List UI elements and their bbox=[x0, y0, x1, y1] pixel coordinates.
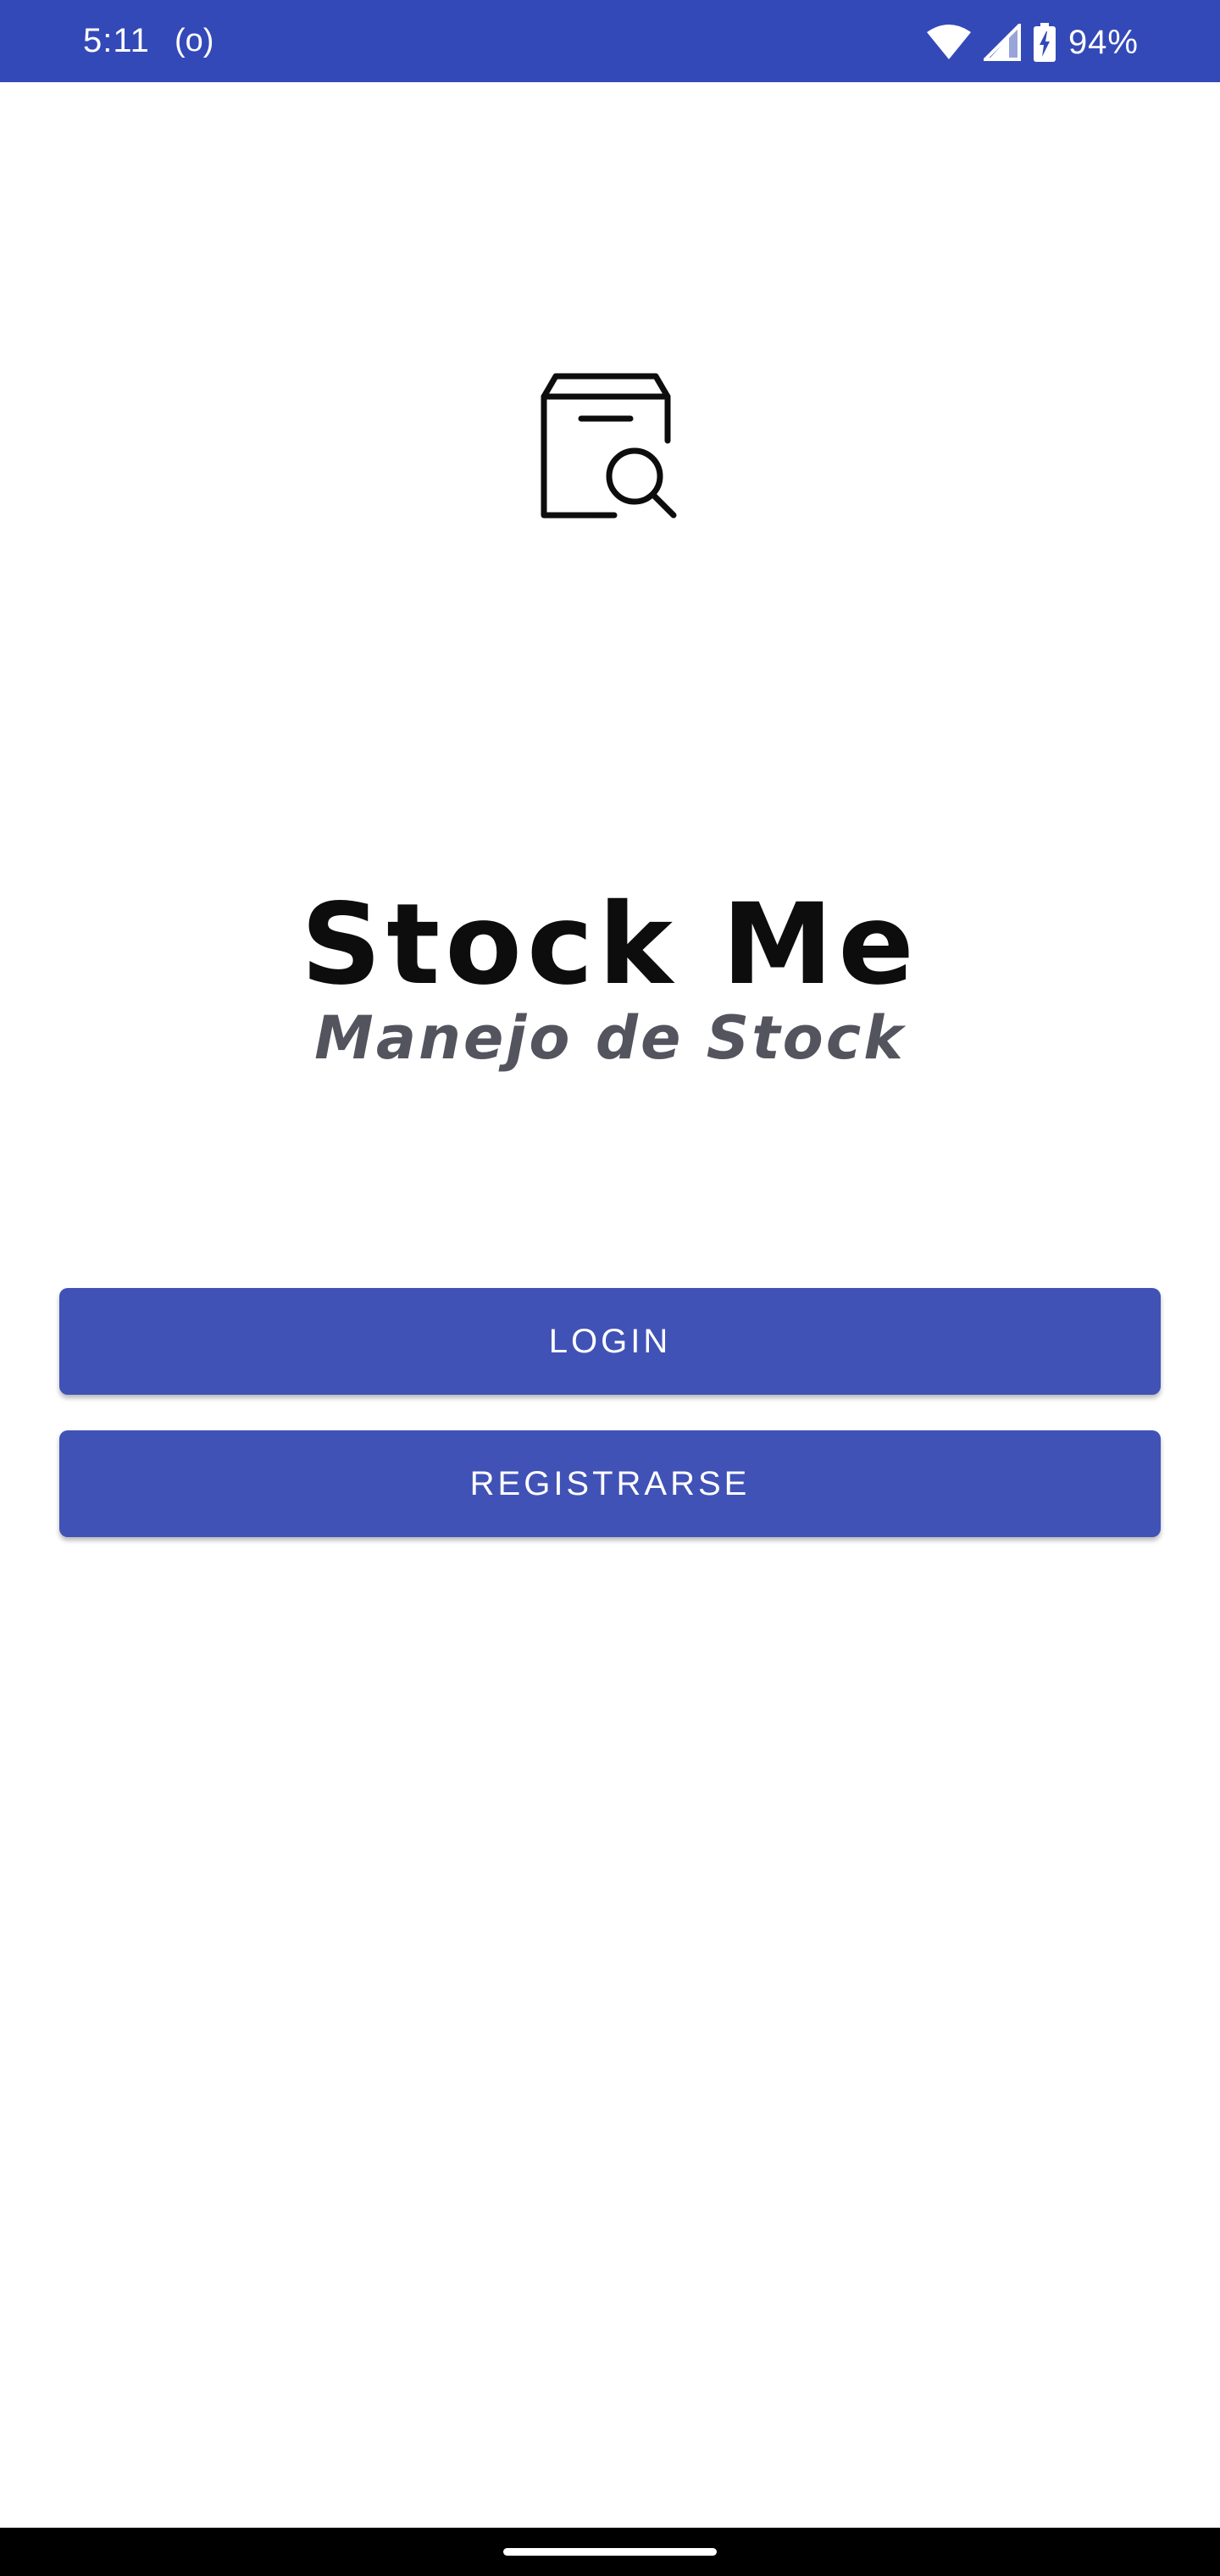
radio-indicator-icon: (o) bbox=[175, 23, 214, 58]
battery-percent: 94% bbox=[1068, 24, 1139, 61]
app-title: Stock Me bbox=[301, 880, 919, 1010]
status-bar: 5:11 (o) 94% bbox=[0, 0, 1220, 82]
register-button[interactable]: REGISTRARSE bbox=[59, 1430, 1161, 1537]
status-time: 5:11 bbox=[83, 22, 150, 59]
box-search-icon bbox=[534, 371, 686, 524]
battery-charging-icon bbox=[1033, 23, 1056, 62]
status-icons: 94% bbox=[926, 19, 1139, 66]
wifi-icon bbox=[926, 24, 972, 61]
app-subtitle: Manejo de Stock bbox=[314, 1003, 906, 1073]
login-screen: 5:11 (o) 94% Stock Me Manejo de Stock LO… bbox=[0, 0, 1220, 2576]
login-button[interactable]: LOGIN bbox=[59, 1288, 1161, 1395]
signal-icon bbox=[983, 24, 1021, 61]
navigation-bar bbox=[0, 2528, 1220, 2576]
home-gesture-handle[interactable] bbox=[503, 2548, 717, 2556]
